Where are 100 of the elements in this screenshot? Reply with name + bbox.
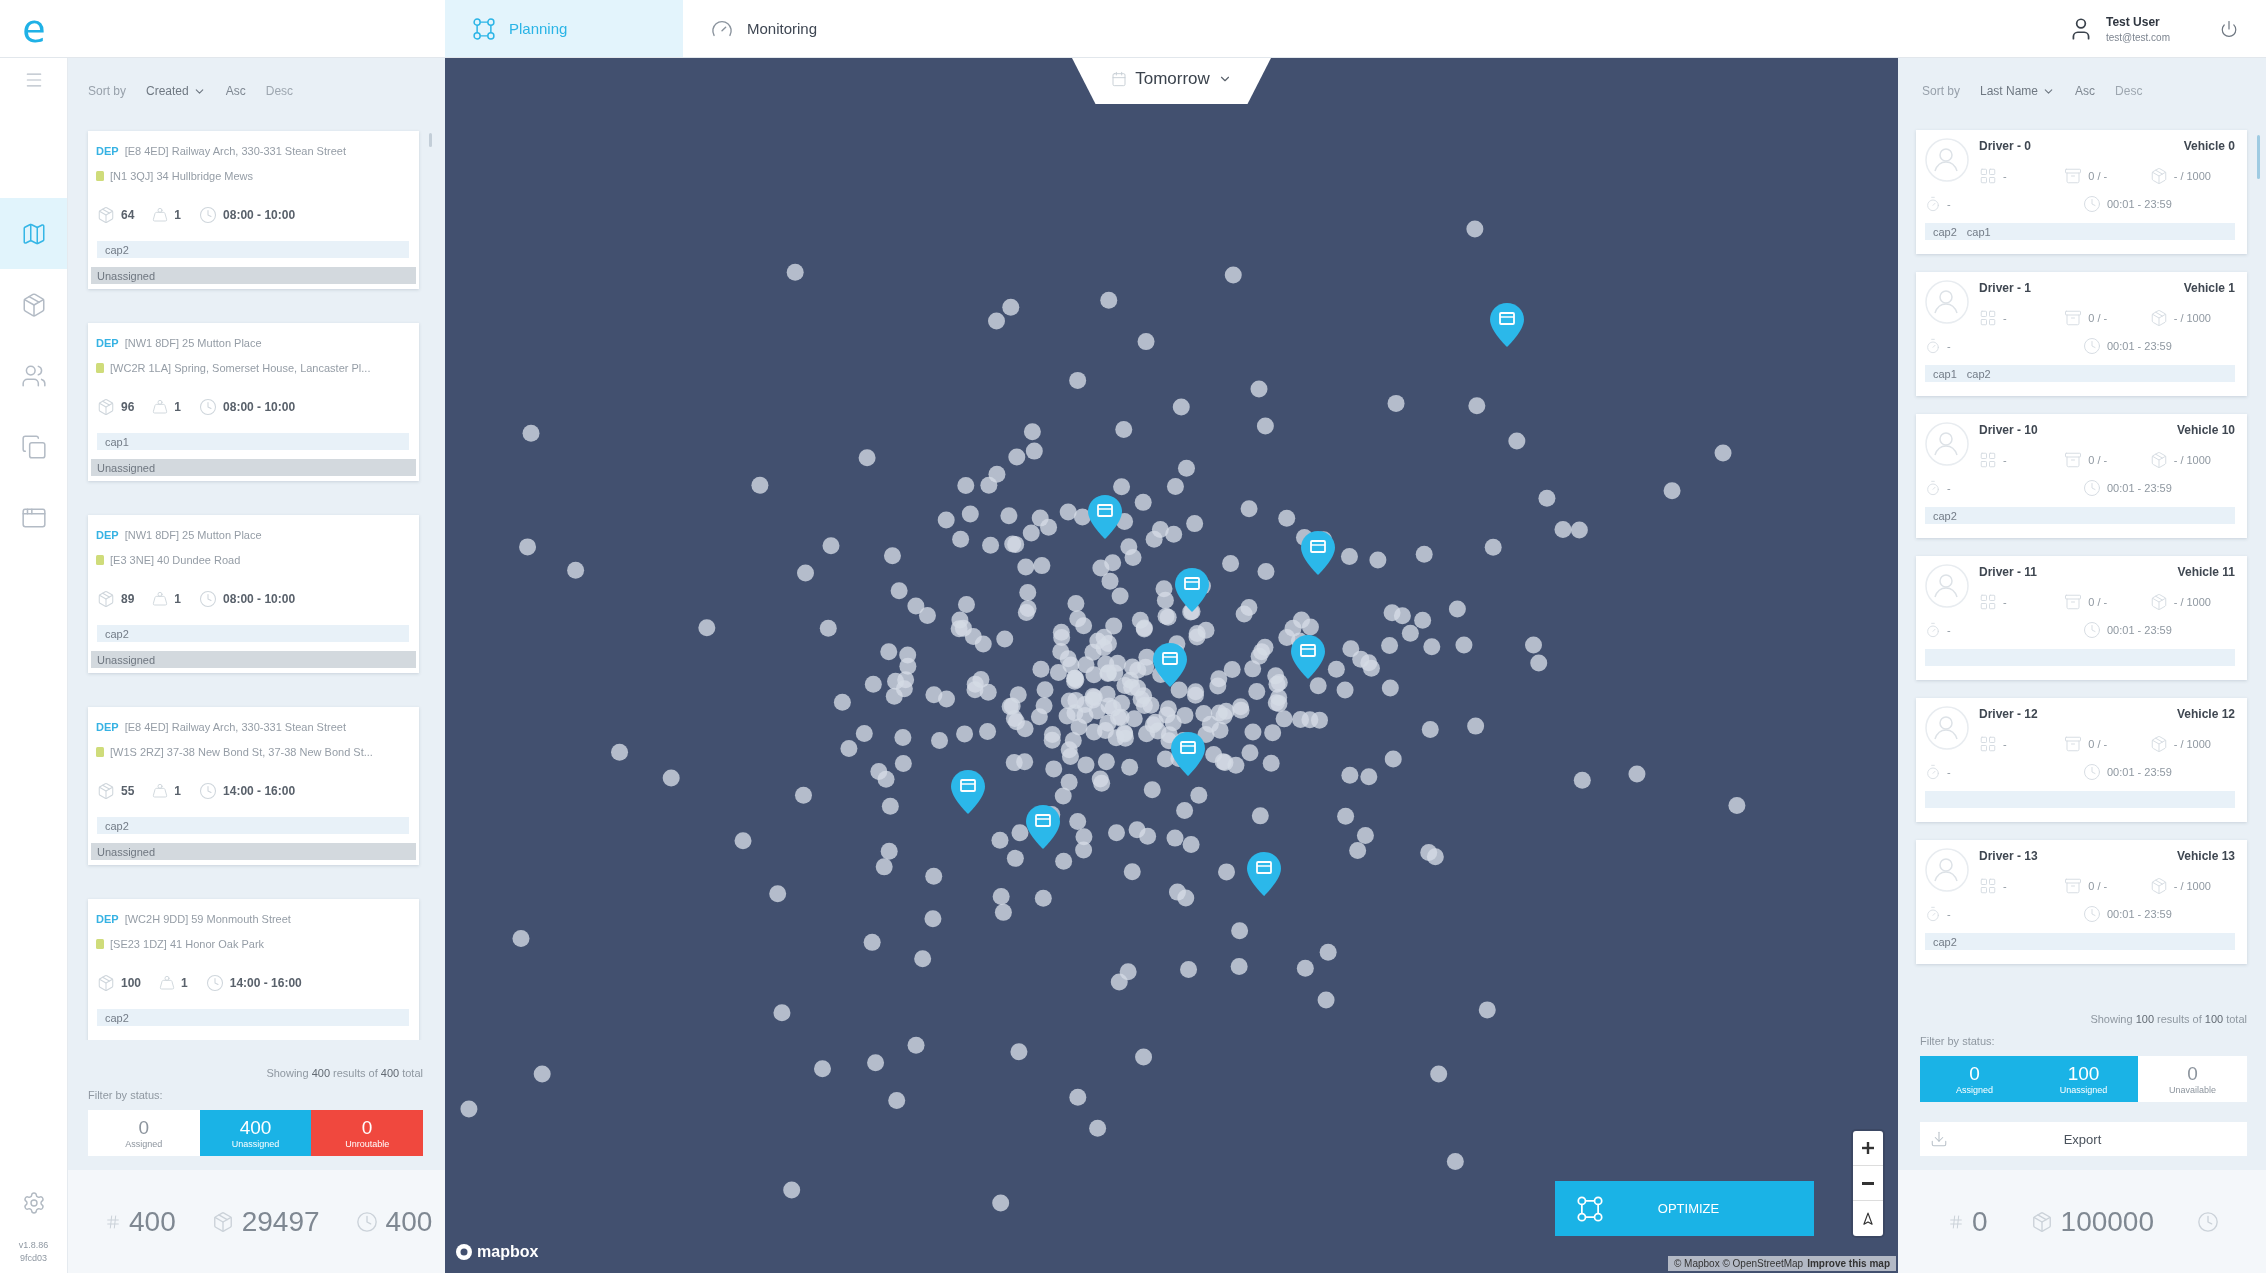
- scrollbar-thumb[interactable]: [2257, 135, 2260, 179]
- driver-card[interactable]: Driver - 12 Vehicle 12 - 0 / - - / 1000 - 00:01 - 23:59: [1916, 698, 2247, 822]
- avatar-icon: [1925, 848, 1969, 892]
- status-filter-button[interactable]: 0 Unroutable: [311, 1110, 423, 1156]
- order-card[interactable]: DEP [NW1 8DF] 25 Mutton Place [E3 3NE] 40 Dundee Road 89 1 08:00 - 10:00 cap2 Unassigned: [88, 515, 419, 673]
- clock-icon: [2197, 1210, 2219, 1233]
- status-bar: Unassigned: [91, 651, 416, 668]
- order-card[interactable]: DEP [WC2H 9DD] 59 Monmouth Street [SE23 1DZ] 41 Honor Oak Park 100 1 14:00 - 16:00 cap2: [88, 899, 419, 1040]
- tag-label: cap1: [105, 435, 129, 448]
- clock-icon: [2083, 195, 2101, 213]
- map-pin-icon[interactable]: [1291, 635, 1325, 679]
- map-pin-icon[interactable]: [1171, 732, 1205, 776]
- scrollbar-thumb[interactable]: [429, 133, 432, 147]
- map-pin-icon[interactable]: [1301, 531, 1335, 575]
- nodes-icon: [473, 17, 495, 40]
- archive-icon: [2064, 309, 2083, 327]
- metric-value: -: [2003, 880, 2007, 892]
- driver-card[interactable]: Driver - 0 Vehicle 0 - 0 / - - / 1000 - 00:01 - 23:59 cap2 cap1: [1916, 130, 2247, 254]
- shift-time: 00:01 - 23:59: [2107, 624, 2172, 636]
- extra-value: -: [1947, 482, 1951, 494]
- quantity-value: 1: [174, 592, 182, 606]
- clock-icon: [199, 398, 218, 416]
- metric-value: -: [2003, 596, 2007, 608]
- metric-value: 0 / -: [2088, 738, 2108, 750]
- total-value: 29497: [241, 1205, 320, 1238]
- quantity-value: 1: [174, 784, 182, 798]
- metric-value: 0 / -: [2088, 880, 2108, 892]
- metric-value: - / 1000: [2173, 312, 2211, 324]
- driver-card[interactable]: Driver - 10 Vehicle 10 - 0 / - - / 1000 - 00:01 - 23:59 cap2: [1916, 414, 2247, 538]
- map-pin-icon[interactable]: [1088, 495, 1122, 539]
- tag-label: cap2: [105, 1011, 129, 1024]
- driver-card[interactable]: Driver - 1 Vehicle 1 - 0 / - - / 1000 - 00:01 - 23:59 cap1 cap2: [1916, 272, 2247, 396]
- clock-icon: [199, 590, 218, 608]
- order-card[interactable]: DEP [E8 4ED] Railway Arch, 330-331 Stean Street [N1 3QJ] 34 Hullbridge Mews 64 1 08:00 - 10:00 cap2 Unassigned: [88, 131, 419, 289]
- status-bar: Unassigned: [91, 459, 416, 476]
- archive-icon: [2064, 167, 2083, 185]
- improve-map-link[interactable]: Improve this map: [1807, 1258, 1890, 1269]
- metric-value: - / 1000: [2173, 738, 2211, 750]
- map-pin-icon[interactable]: [1175, 568, 1209, 612]
- date-selector[interactable]: Tomorrow: [1071, 57, 1272, 104]
- clock-icon: [2083, 479, 2101, 497]
- clock-icon: [355, 1210, 378, 1233]
- shift-time: 00:01 - 23:59: [2107, 766, 2172, 778]
- quantity-value: 1: [174, 208, 182, 222]
- box-icon: [2149, 167, 2168, 185]
- nav-tab[interactable]: Monitoring: [683, 0, 873, 57]
- sort-order-option[interactable]: Asc: [225, 84, 246, 98]
- order-card[interactable]: DEP [E8 4ED] Railway Arch, 330-331 Stean Street [W1S 2RZ] 37-38 New Bond St, 37-38 New Bond St... 55 1 14:00 - 16:00 cap2 Unassigned: [88, 707, 419, 865]
- metric-value: - / 1000: [2173, 596, 2211, 608]
- order-card[interactable]: DEP [NW1 8DF] 25 Mutton Place [WC2R 1LA] Spring, Somerset House, Lancaster Pl... 96 1 08:00 - 10:00 cap1 Unassigned: [88, 323, 419, 481]
- map-background[interactable]: Tomorrow OPTIMIZE mapbox © Mapbox © OpenStreetMap Improve this map: [445, 57, 1898, 1273]
- avatar-icon: [1925, 706, 1969, 750]
- departure-label: DEP: [96, 145, 119, 157]
- pickup-address: [E8 4ED] Railway Arch, 330-331 Stean Street: [124, 721, 346, 733]
- total-value: 0: [1972, 1205, 1988, 1238]
- map-pin-icon[interactable]: [1490, 303, 1524, 347]
- status-bar: Unassigned: [91, 267, 416, 284]
- box-icon: [97, 206, 115, 224]
- sort-order-option[interactable]: Asc: [2075, 84, 2096, 98]
- power-button[interactable]: [2220, 19, 2238, 38]
- dropoff-address: [W1S 2RZ] 37-38 New Bond St, 37-38 New Bond St...: [110, 746, 373, 758]
- size-value: 100: [121, 976, 142, 990]
- vehicle-name: Vehicle 0: [2183, 139, 2235, 153]
- driver-card[interactable]: Driver - 11 Vehicle 11 - 0 / - - / 1000 - 00:01 - 23:59: [1916, 556, 2247, 680]
- clock-icon: [2083, 621, 2101, 639]
- metric-value: - / 1000: [2173, 454, 2211, 466]
- shift-time: 00:01 - 23:59: [2107, 198, 2172, 210]
- avatar-icon: [1925, 564, 1969, 608]
- departure-label: DEP: [96, 529, 119, 541]
- square-marker-icon: [96, 171, 104, 181]
- tag-label: cap2: [105, 243, 129, 256]
- dropoff-address: [N1 3QJ] 34 Hullbridge Mews: [110, 170, 254, 182]
- map-pin-icon[interactable]: [1153, 643, 1187, 687]
- box-icon: [2030, 1210, 2053, 1233]
- box-icon: [2149, 735, 2168, 753]
- sort-dropdown[interactable]: Created: [146, 84, 206, 98]
- square-marker-icon: [96, 363, 104, 373]
- dropoff-address: [WC2R 1LA] Spring, Somerset House, Lancaster Pl...: [110, 362, 371, 374]
- status-filter-button[interactable]: 0 Unavailable: [2138, 1056, 2247, 1102]
- driver-card[interactable]: Driver - 13 Vehicle 13 - 0 / - - / 1000 - 00:01 - 23:59 cap2: [1916, 840, 2247, 964]
- export-button[interactable]: Export: [1920, 1122, 2247, 1156]
- archive-icon: [2064, 877, 2083, 895]
- pickup-address: [NW1 8DF] 25 Mutton Place: [124, 337, 262, 349]
- build-label: 9fcd03: [20, 1252, 47, 1265]
- settings-icon: [21, 1191, 46, 1215]
- map-pin-icon[interactable]: [1026, 805, 1060, 849]
- results-summary: Showing 100 results of 100 total: [2089, 1012, 2247, 1026]
- map-pin-icon[interactable]: [1247, 852, 1281, 896]
- weight-icon: [152, 399, 169, 415]
- sort-dropdown[interactable]: Last Name: [1980, 84, 2056, 98]
- navigation-arrow-icon: [1861, 1211, 1875, 1226]
- metric-value: -: [2003, 312, 2007, 324]
- map-pin-icon[interactable]: [951, 770, 985, 814]
- clock-icon: [205, 974, 224, 992]
- clock-icon: [2083, 337, 2101, 355]
- status-filter-button[interactable]: 0 Assigned: [88, 1110, 200, 1156]
- box-icon: [2149, 309, 2168, 327]
- timer-icon: [1925, 480, 1941, 496]
- filter-label: Filter by status:: [1920, 1034, 1996, 1048]
- metric-value: 0 / -: [2088, 596, 2108, 608]
